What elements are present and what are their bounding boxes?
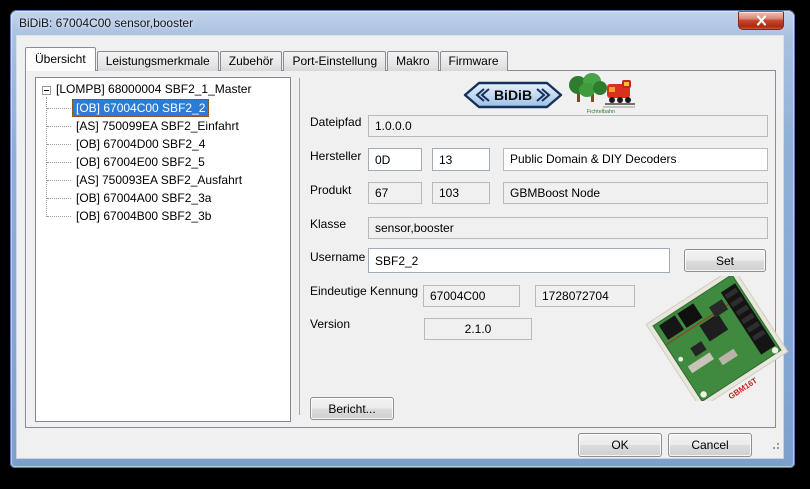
tab-zubehoer[interactable]: Zubehör: [220, 51, 283, 71]
window-title: BiDiB: 67004C00 sensor,booster: [19, 16, 193, 30]
produkt-hex-field: 67: [368, 182, 422, 204]
tab-makro[interactable]: Makro: [387, 51, 438, 71]
tree-connector-stub: [47, 162, 71, 163]
tab-port-einstellung[interactable]: Port-Einstellung: [283, 51, 386, 71]
tree-collapse-icon[interactable]: [42, 86, 51, 95]
hersteller-name-field: Public Domain & DIY Decoders: [503, 148, 768, 171]
fichtelbahn-logo: Fichtelbahn: [567, 72, 637, 121]
node-tree[interactable]: [LOMPB] 68000004 SBF2_1_Master [OB] 6700…: [35, 77, 291, 422]
version-label: Version: [310, 316, 350, 332]
bidib-logo: BiDiB: [463, 80, 563, 115]
bericht-button[interactable]: Bericht...: [310, 397, 394, 420]
tree-connector-stub: [47, 216, 71, 217]
tree-connector-line: [46, 97, 47, 217]
kennung-hex-field: 67004C00: [423, 285, 520, 307]
dateipfad-label: Dateipfad: [310, 114, 361, 130]
tree-item[interactable]: [OB] 67004A00 SBF2_3a: [72, 189, 215, 207]
cancel-button[interactable]: Cancel: [668, 433, 752, 457]
title-bar[interactable]: BiDiB: 67004C00 sensor,booster: [10, 10, 795, 36]
produkt-dec-field: 103: [432, 182, 490, 204]
bidib-logo-text: BiDiB: [494, 87, 532, 103]
klasse-label: Klasse: [310, 216, 346, 232]
tree-connector-stub: [47, 180, 71, 181]
tree-item[interactable]: [OB] 67004E00 SBF2_5: [72, 153, 209, 171]
username-input[interactable]: [368, 248, 670, 273]
hersteller-dec-input[interactable]: [432, 148, 490, 171]
screenshot-stage: BiDiB: 67004C00 sensor,booster Übersicht…: [0, 0, 810, 489]
tree-item[interactable]: [OB] 67004D00 SBF2_4: [72, 135, 209, 153]
tree-connector-stub: [47, 144, 71, 145]
username-label: Username: [310, 249, 365, 265]
tree-item[interactable]: [OB] 67004B00 SBF2_3b: [72, 207, 215, 225]
tree-item[interactable]: [AS] 750093EA SBF2_Ausfahrt: [72, 171, 246, 189]
dialog-window: BiDiB: 67004C00 sensor,booster Übersicht…: [10, 10, 795, 468]
kennung-label: Eindeutige Kennung: [310, 283, 418, 299]
dateipfad-field: 1.0.0.0: [368, 115, 768, 137]
pcb-image: GBM16T: [637, 276, 797, 406]
produkt-label: Produkt: [310, 182, 351, 198]
tree-item-selected[interactable]: [OB] 67004C00 SBF2_2: [72, 99, 209, 117]
version-field: 2.1.0: [424, 318, 532, 340]
klasse-field: sensor,booster: [368, 217, 768, 239]
tree-connector-stub: [47, 198, 71, 199]
tab-uebersicht[interactable]: Übersicht: [25, 47, 96, 71]
set-button[interactable]: Set: [684, 249, 766, 272]
tree-item[interactable]: [AS] 750099EA SBF2_Einfahrt: [72, 117, 243, 135]
tab-firmware[interactable]: Firmware: [440, 51, 508, 71]
tree-connector-stub: [47, 126, 71, 127]
close-button[interactable]: [738, 11, 784, 30]
tab-leistungsmerkmale[interactable]: Leistungsmerkmale: [97, 51, 219, 71]
dialog-client-area: Übersicht Leistungsmerkmale Zubehör Port…: [17, 36, 783, 458]
close-icon: [754, 14, 769, 27]
hersteller-hex-input[interactable]: [368, 148, 422, 171]
produkt-name-field: GBMBoost Node: [503, 182, 768, 204]
ok-button[interactable]: OK: [578, 433, 662, 457]
hersteller-label: Hersteller: [310, 148, 361, 164]
tree-item-master[interactable]: [LOMPB] 68000004 SBF2_1_Master: [56, 81, 251, 99]
resize-grip[interactable]: [769, 437, 780, 455]
tab-strip: Übersicht Leistungsmerkmale Zubehör Port…: [25, 47, 509, 71]
panel-divider: [299, 78, 300, 415]
kennung-dec-field: 1728072704: [535, 285, 635, 307]
tree-connector-stub: [47, 108, 71, 109]
